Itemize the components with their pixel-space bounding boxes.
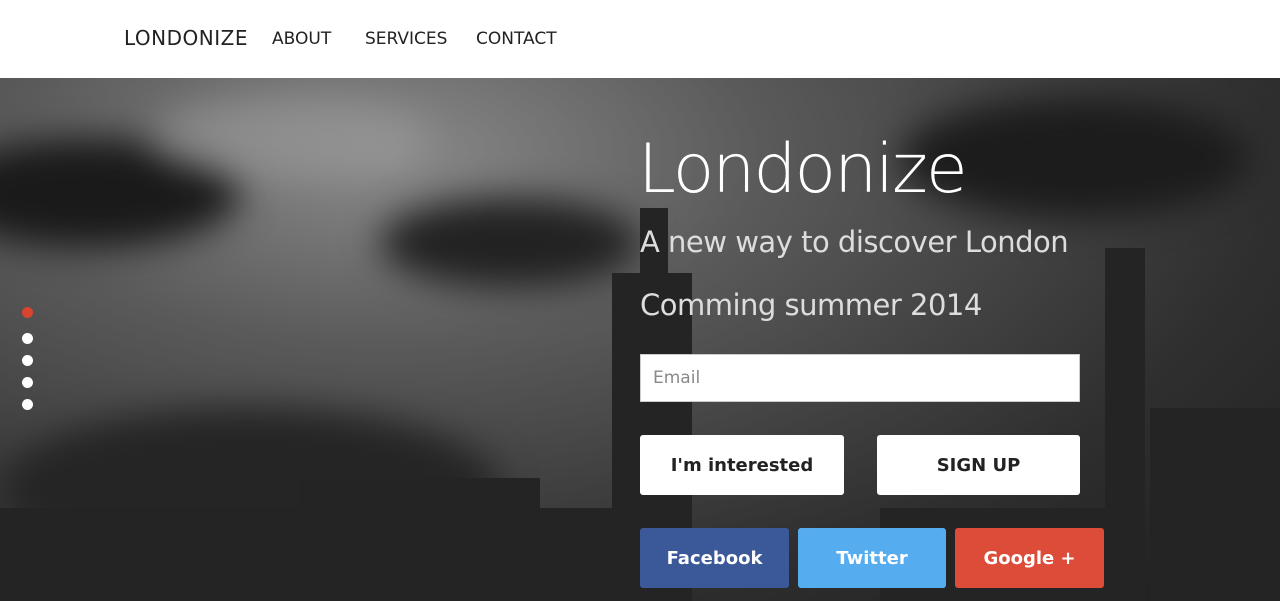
signup-button[interactable]: SIGN UP [877,435,1080,495]
slider-dot-1[interactable] [22,307,33,318]
parliament-silhouette [40,523,100,533]
facebook-button[interactable]: Facebook [640,528,789,588]
bridge-silhouette [1150,408,1280,601]
slider-dot-3[interactable] [22,355,33,366]
nav-contact[interactable]: CONTACT [476,29,557,49]
slider-dot-4[interactable] [22,377,33,388]
hero-section: Londonize A new way to discover London C… [0,78,1280,601]
parliament-silhouette [0,508,620,601]
slider-dot-5[interactable] [22,399,33,410]
brand-logo[interactable]: LONDONIZE [124,26,248,50]
nav-about[interactable]: ABOUT [272,29,331,49]
twitter-button[interactable]: Twitter [798,528,946,588]
email-input[interactable] [640,354,1080,402]
hero-title: Londonize [638,130,968,209]
hero-subtitle: A new way to discover London [640,225,1069,259]
cloud-shape [380,198,640,288]
top-navbar: LONDONIZE ABOUT SERVICES CONTACT [0,0,1280,78]
nav-services[interactable]: SERVICES [365,29,447,49]
cloud-shape [150,98,430,178]
slider-dot-2[interactable] [22,333,33,344]
interested-button[interactable]: I'm interested [640,435,844,495]
google-plus-button[interactable]: Google + [955,528,1104,588]
coming-soon-text: Comming summer 2014 [640,288,982,322]
parliament-silhouette [300,478,540,518]
